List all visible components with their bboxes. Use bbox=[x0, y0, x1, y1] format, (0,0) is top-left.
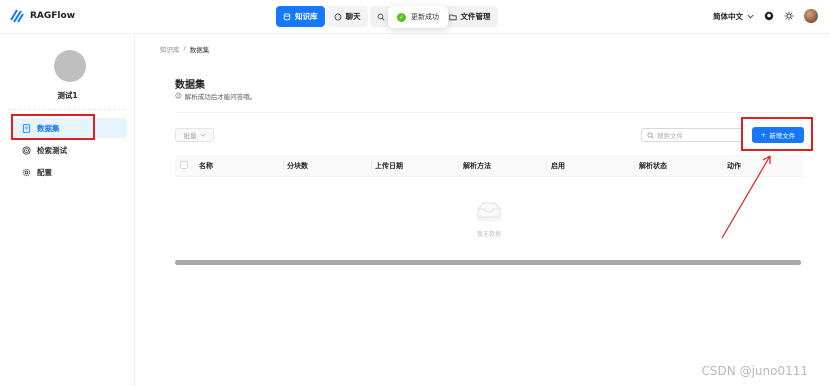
batch-dropdown-button[interactable]: 批量 bbox=[175, 128, 214, 142]
column-header-upload-date[interactable]: 上传日期 bbox=[375, 161, 403, 171]
column-separator bbox=[371, 161, 372, 171]
table-header: 名称 分块数 上传日期 解析方法 启用 解析状态 动作 bbox=[175, 155, 803, 177]
search-placeholder: 搜索文件 bbox=[657, 132, 683, 140]
kb-avatar bbox=[54, 50, 86, 82]
scrollbar-thumb[interactable] bbox=[175, 260, 801, 265]
search-icon bbox=[647, 131, 654, 139]
target-icon bbox=[22, 145, 31, 155]
chevron-down-icon bbox=[199, 133, 206, 137]
nav-label: 聊天 bbox=[345, 12, 361, 21]
select-all-checkbox[interactable] bbox=[180, 161, 188, 169]
column-separator bbox=[546, 161, 547, 171]
theme-toggle-icon[interactable] bbox=[784, 11, 794, 21]
column-header-name[interactable]: 名称 bbox=[199, 161, 213, 171]
check-circle-icon: ✓ bbox=[397, 12, 406, 22]
toast-text: 更新成功 bbox=[411, 13, 439, 21]
empty-text: 暂无数据 bbox=[476, 231, 501, 238]
top-header: RAGFlow 知识库 聊天 搜索 文件管理 ✓ 更新成功 简体中文 bbox=[0, 0, 830, 34]
nav-file-management[interactable]: 文件管理 bbox=[441, 6, 498, 27]
language-label: 简体中文 bbox=[713, 11, 743, 21]
main-nav: 知识库 聊天 搜索 文件管理 bbox=[276, 6, 498, 27]
sidebar-item-label: 检索测试 bbox=[37, 145, 67, 155]
app-name: RAGFlow bbox=[30, 11, 76, 21]
chat-icon bbox=[334, 13, 341, 20]
annotation-highlight-dataset bbox=[11, 114, 95, 140]
search-input[interactable]: 搜索文件 bbox=[641, 128, 743, 142]
chevron-down-icon bbox=[747, 14, 754, 18]
column-header-chunks[interactable]: 分块数 bbox=[287, 161, 308, 171]
column-header-parse-status[interactable]: 解析状态 bbox=[639, 161, 667, 171]
horizontal-scrollbar[interactable] bbox=[175, 260, 803, 265]
sidebar-item-retrieval-test[interactable]: 检索测试 bbox=[11, 140, 127, 160]
github-icon[interactable] bbox=[764, 11, 774, 21]
gear-icon bbox=[22, 168, 31, 176]
breadcrumb-current: 数据集 bbox=[189, 46, 210, 54]
empty-state: 暂无数据 bbox=[464, 200, 514, 238]
column-header-enabled[interactable]: 启用 bbox=[551, 161, 565, 171]
subtitle-text: 解析成功后才能问答哦。 bbox=[184, 93, 257, 101]
kb-name: 测试1 bbox=[57, 91, 78, 100]
success-toast: ✓ 更新成功 bbox=[388, 6, 448, 28]
search-icon bbox=[377, 13, 384, 20]
sidebar-item-label: 配置 bbox=[37, 167, 52, 177]
empty-box-icon bbox=[476, 202, 502, 222]
ragflow-logo-icon bbox=[10, 9, 24, 23]
nav-label: 文件管理 bbox=[460, 12, 491, 21]
column-separator bbox=[634, 161, 635, 171]
breadcrumb-root[interactable]: 知识库 bbox=[160, 44, 180, 54]
header-tools: 简体中文 bbox=[713, 9, 818, 23]
database-icon bbox=[283, 12, 291, 20]
sidebar-divider bbox=[8, 109, 126, 110]
language-selector[interactable]: 简体中文 bbox=[713, 11, 754, 22]
nav-label: 知识库 bbox=[295, 12, 318, 21]
wink-emoji-icon: 😉 bbox=[175, 92, 182, 100]
folder-icon bbox=[448, 14, 457, 20]
column-separator bbox=[283, 161, 284, 171]
batch-label: 批量 bbox=[183, 132, 197, 140]
column-separator bbox=[722, 161, 723, 171]
nav-chat[interactable]: 聊天 bbox=[326, 6, 368, 27]
watermark-text: CSDN @juno0111 bbox=[701, 364, 808, 378]
column-header-action: 动作 bbox=[727, 162, 741, 170]
section-divider bbox=[175, 112, 803, 113]
breadcrumb: 知识库 / 数据集 bbox=[160, 44, 209, 54]
breadcrumb-separator: / bbox=[183, 44, 186, 52]
app-logo[interactable]: RAGFlow bbox=[9, 8, 75, 24]
column-header-parse-method[interactable]: 解析方法 bbox=[463, 161, 491, 171]
sidebar-item-config[interactable]: 配置 bbox=[11, 162, 127, 182]
user-avatar[interactable] bbox=[804, 9, 818, 23]
page-subtitle: 😉 解析成功后才能问答哦。 bbox=[175, 91, 256, 101]
column-separator bbox=[458, 161, 459, 171]
page-title: 数据集 bbox=[175, 80, 205, 91]
kb-sidebar: 测试1 数据集 检索测试 配置 bbox=[0, 35, 135, 386]
annotation-highlight-add-file bbox=[741, 117, 813, 151]
nav-knowledge-base[interactable]: 知识库 bbox=[276, 6, 325, 27]
